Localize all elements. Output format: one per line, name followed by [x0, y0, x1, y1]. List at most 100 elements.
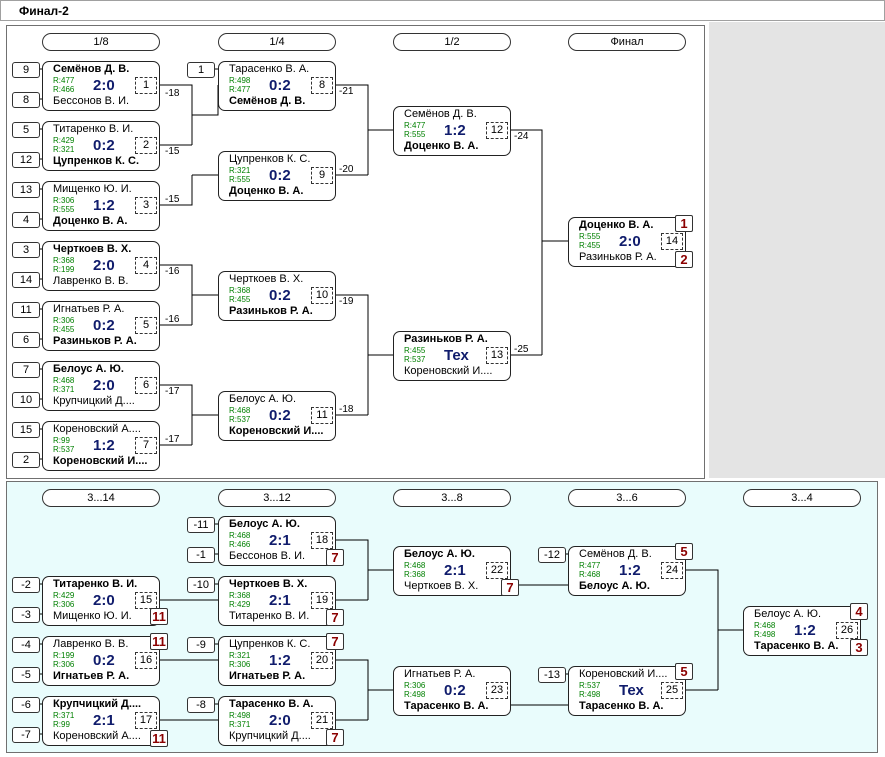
player-top-name[interactable]: Мищенко Ю. И. [53, 183, 153, 196]
player-bottom-name[interactable]: Доценко В. А. [404, 140, 504, 153]
player-top-name[interactable]: Тарасенко В. А. [229, 698, 329, 711]
player-bottom-name[interactable]: Тарасенко В. А. [404, 700, 504, 713]
match-card[interactable]: Белоус А. Ю. R:468 R:371 2:0 6 Крупчицкий Д..… [42, 361, 160, 411]
match-card[interactable]: Разиньков Р. А. R:455 R:537 Тех 13 Кореновски… [393, 331, 511, 381]
player-bottom-name[interactable]: Бессонов В. И. [229, 550, 329, 563]
match-card[interactable]: Лавренко В. В. R:199 R:306 0:2 16 Игнатьев Р.… [42, 636, 160, 686]
match-number[interactable]: 22 [486, 562, 508, 579]
match-card[interactable]: Крупчицкий Д.... R:371 R:99 2:1 17 Кореновски… [42, 696, 160, 746]
match-card[interactable]: Кореновский И.... R:537 R:498 Тех 25 Тарасенк… [568, 666, 686, 716]
player-bottom-name[interactable]: Лавренко В. В. [53, 275, 153, 288]
match-number[interactable]: 13 [486, 347, 508, 364]
match-number[interactable]: 11 [311, 407, 333, 424]
player-top-name[interactable]: Белоус А. Ю. [404, 548, 504, 561]
player-top-name[interactable]: Белоус А. Ю. [53, 363, 153, 376]
player-top-name[interactable]: Цупренков К. С. [229, 638, 329, 651]
player-bottom-name[interactable]: Черткоев В. Х. [404, 580, 504, 593]
match-card[interactable]: Белоус А. Ю. R:468 R:466 2:1 18 Бессонов В. И… [218, 516, 336, 566]
match-number[interactable]: 16 [135, 652, 157, 669]
player-top-name[interactable]: Семёнов Д. В. [53, 63, 153, 76]
player-top-name[interactable]: Черткоев В. Х. [229, 578, 329, 591]
player-top-name[interactable]: Белоус А. Ю. [229, 518, 329, 531]
round-header[interactable]: Финал [568, 33, 686, 51]
match-card[interactable]: Титаренко В. И. R:429 R:321 0:2 2 Цупренков К… [42, 121, 160, 171]
player-bottom-name[interactable]: Белоус А. Ю. [579, 580, 679, 593]
round-header[interactable]: 1/4 [218, 33, 336, 51]
match-card[interactable]: Белоус А. Ю. R:468 R:498 1:2 26 Тарасенко В. … [743, 606, 861, 656]
player-bottom-name[interactable]: Игнатьев Р. А. [229, 670, 329, 683]
match-card[interactable]: Черткоев В. Х. R:368 R:199 2:0 4 Лавренко В. … [42, 241, 160, 291]
player-top-name[interactable]: Семёнов Д. В. [404, 108, 504, 121]
player-bottom-name[interactable]: Кореновский А.... [53, 730, 153, 743]
player-bottom-name[interactable]: Игнатьев Р. А. [53, 670, 153, 683]
player-bottom-name[interactable]: Тарасенко В. А. [579, 700, 679, 713]
match-number[interactable]: 25 [661, 682, 683, 699]
player-bottom-name[interactable]: Доценко В. А. [53, 215, 153, 228]
match-card[interactable]: Титаренко В. И. R:429 R:306 2:0 15 Мищенко Ю.… [42, 576, 160, 626]
round-header[interactable]: 3...6 [568, 489, 686, 507]
player-top-name[interactable]: Тарасенко В. А. [229, 63, 329, 76]
match-number[interactable]: 21 [311, 712, 333, 729]
player-top-name[interactable]: Игнатьев Р. А. [53, 303, 153, 316]
player-top-name[interactable]: Доценко В. А. [579, 219, 679, 232]
round-header[interactable]: 1/8 [42, 33, 160, 51]
match-card[interactable]: Мищенко Ю. И. R:306 R:555 1:2 3 Доценко В. А. [42, 181, 160, 231]
player-top-name[interactable]: Семёнов Д. В. [579, 548, 679, 561]
player-bottom-name[interactable]: Семёнов Д. В. [229, 95, 329, 108]
match-number[interactable]: 12 [486, 122, 508, 139]
match-number[interactable]: 18 [311, 532, 333, 549]
match-card[interactable]: Семёнов Д. В. R:477 R:466 2:0 1 Бессонов В. И… [42, 61, 160, 111]
player-bottom-name[interactable]: Кореновский И.... [53, 455, 153, 468]
match-number[interactable]: 10 [311, 287, 333, 304]
player-bottom-name[interactable]: Разиньков Р. А. [229, 305, 329, 318]
match-card[interactable]: Игнатьев Р. А. R:306 R:498 0:2 23 Тарасенко В… [393, 666, 511, 716]
player-bottom-name[interactable]: Бессонов В. И. [53, 95, 153, 108]
player-bottom-name[interactable]: Крупчицкий Д.... [53, 395, 153, 408]
match-number[interactable]: 2 [135, 137, 157, 154]
match-number[interactable]: 23 [486, 682, 508, 699]
player-top-name[interactable]: Лавренко В. В. [53, 638, 153, 651]
player-top-name[interactable]: Черткоев В. Х. [53, 243, 153, 256]
player-bottom-name[interactable]: Доценко В. А. [229, 185, 329, 198]
player-top-name[interactable]: Кореновский А.... [53, 423, 153, 436]
match-number[interactable]: 19 [311, 592, 333, 609]
match-number[interactable]: 15 [135, 592, 157, 609]
match-number[interactable]: 1 [135, 77, 157, 94]
player-top-name[interactable]: Цупренков К. С. [229, 153, 329, 166]
player-bottom-name[interactable]: Кореновский И.... [229, 425, 329, 438]
player-bottom-name[interactable]: Кореновский И.... [404, 365, 504, 378]
match-card[interactable]: Игнатьев Р. А. R:306 R:455 0:2 5 Разиньков Р.… [42, 301, 160, 351]
match-number[interactable]: 4 [135, 257, 157, 274]
player-top-name[interactable]: Титаренко В. И. [53, 123, 153, 136]
match-card[interactable]: Тарасенко В. А. R:498 R:477 0:2 8 Семёнов Д. … [218, 61, 336, 111]
match-card[interactable]: Семёнов Д. В. R:477 R:555 1:2 12 Доценко В. А… [393, 106, 511, 156]
match-card[interactable]: Цупренков К. С. R:321 R:306 1:2 20 Игнатьев Р… [218, 636, 336, 686]
round-header[interactable]: 3...14 [42, 489, 160, 507]
player-bottom-name[interactable]: Крупчицкий Д.... [229, 730, 329, 743]
player-top-name[interactable]: Черткоев В. Х. [229, 273, 329, 286]
player-top-name[interactable]: Игнатьев Р. А. [404, 668, 504, 681]
match-card[interactable]: Белоус А. Ю. R:468 R:537 0:2 11 Кореновский И… [218, 391, 336, 441]
match-number[interactable]: 5 [135, 317, 157, 334]
match-card[interactable]: Кореновский А.... R:99 R:537 1:2 7 Кореновски… [42, 421, 160, 471]
player-top-name[interactable]: Белоус А. Ю. [229, 393, 329, 406]
match-number[interactable]: 20 [311, 652, 333, 669]
round-header[interactable]: 3...8 [393, 489, 511, 507]
match-number[interactable]: 7 [135, 437, 157, 454]
player-top-name[interactable]: Белоус А. Ю. [754, 608, 854, 621]
match-number[interactable]: 26 [836, 622, 858, 639]
match-card[interactable]: Белоус А. Ю. R:468 R:368 2:1 22 Черткоев В. Х… [393, 546, 511, 596]
player-top-name[interactable]: Крупчицкий Д.... [53, 698, 153, 711]
round-header[interactable]: 3...4 [743, 489, 861, 507]
match-number[interactable]: 14 [661, 233, 683, 250]
match-number[interactable]: 6 [135, 377, 157, 394]
match-card[interactable]: Доценко В. А. R:555 R:455 2:0 14 Разиньков Р.… [568, 217, 686, 267]
player-bottom-name[interactable]: Разиньков Р. А. [53, 335, 153, 348]
match-card[interactable]: Черткоев В. Х. R:368 R:429 2:1 19 Титаренко В… [218, 576, 336, 626]
match-number[interactable]: 9 [311, 167, 333, 184]
match-card[interactable]: Семёнов Д. В. R:477 R:468 1:2 24 Белоус А. Ю. [568, 546, 686, 596]
player-top-name[interactable]: Титаренко В. И. [53, 578, 153, 591]
match-number[interactable]: 24 [661, 562, 683, 579]
match-number[interactable]: 17 [135, 712, 157, 729]
player-bottom-name[interactable]: Титаренко В. И. [229, 610, 329, 623]
